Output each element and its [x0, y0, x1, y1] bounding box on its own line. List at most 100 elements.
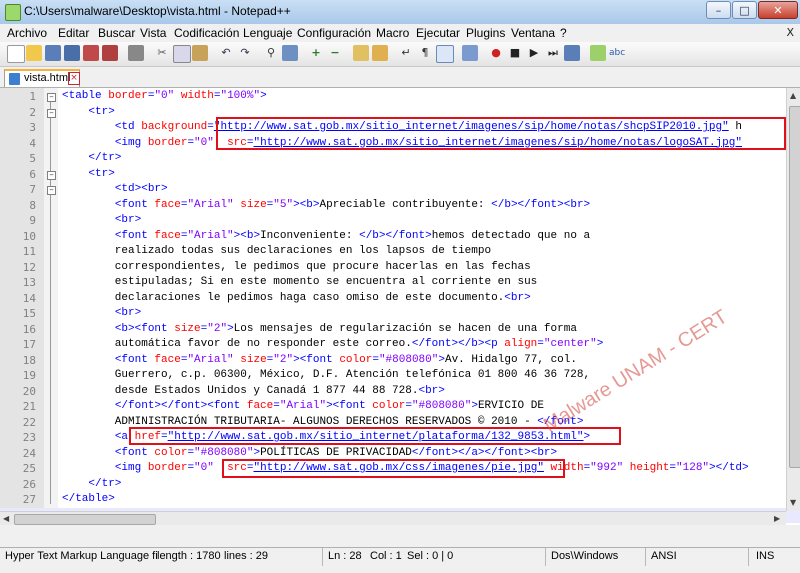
- spellcheck-icon[interactable]: [590, 45, 606, 61]
- code-line[interactable]: 8 <font face="Arial" size="5"><b>Aprecia…: [0, 198, 800, 214]
- indent-guide-icon[interactable]: [436, 45, 454, 63]
- code-line[interactable]: 5 </tr>: [0, 151, 800, 167]
- code-token: estipuladas; Si en este momento se encue…: [62, 276, 538, 288]
- fold-toggle-icon[interactable]: −: [47, 170, 56, 180]
- menu-vista[interactable]: Vista: [140, 26, 166, 40]
- code-line[interactable]: 15 <br>: [0, 306, 800, 322]
- menu-bar: Archivo Editar Buscar Vista Codificación…: [0, 24, 800, 42]
- sync-h-icon[interactable]: [372, 45, 388, 61]
- save-all-icon[interactable]: [64, 45, 80, 61]
- code-line[interactable]: 6 <tr>: [0, 167, 800, 183]
- menu-ejecutar[interactable]: Ejecutar: [416, 26, 460, 40]
- menu-ventana[interactable]: Ventana: [511, 26, 555, 40]
- menu-codificacion[interactable]: Codificación: [174, 26, 239, 40]
- new-file-icon[interactable]: [7, 45, 25, 63]
- menu-configuracion[interactable]: Configuración: [297, 26, 371, 40]
- all-chars-icon[interactable]: ¶: [417, 45, 433, 61]
- code-line[interactable]: 9 <br>: [0, 213, 800, 229]
- find-icon[interactable]: ⚲: [263, 45, 279, 61]
- title-bar[interactable]: C:\Users\malware\Desktop\vista.html - No…: [0, 0, 800, 25]
- word-wrap-icon[interactable]: ↵: [398, 45, 414, 61]
- fold-toggle-icon[interactable]: −: [47, 93, 56, 102]
- horizontal-scrollbar[interactable]: ◀ ▶: [0, 511, 786, 525]
- code-token: size: [240, 198, 267, 211]
- save-macro-icon[interactable]: [564, 45, 580, 61]
- stop-record-icon[interactable]: ■: [507, 45, 523, 61]
- code-text: realizado todas sus declaraciones en los…: [62, 244, 491, 260]
- run-macro-multi-icon[interactable]: ⏭: [545, 45, 561, 61]
- zoom-in-icon[interactable]: +: [308, 45, 324, 61]
- close-document-button[interactable]: X: [786, 26, 794, 39]
- close-all-icon[interactable]: [102, 45, 118, 61]
- status-language: Hyper Text Markup Language fi: [5, 550, 158, 562]
- menu-buscar[interactable]: Buscar: [98, 26, 135, 40]
- sync-v-icon[interactable]: [353, 45, 369, 61]
- zoom-out-icon[interactable]: −: [327, 45, 343, 61]
- tab-close-icon[interactable]: ×: [68, 72, 80, 85]
- cut-icon[interactable]: ✂: [154, 45, 170, 61]
- code-token: ><b>: [233, 229, 261, 242]
- menu-lenguaje[interactable]: Lenguaje: [243, 26, 292, 40]
- code-token: "2": [273, 353, 294, 366]
- line-number: 9: [29, 214, 36, 227]
- code-token: <td><br>: [114, 183, 168, 195]
- save-icon[interactable]: [45, 45, 61, 61]
- code-line[interactable]: 13 estipuladas; Si en este momento se en…: [0, 275, 800, 291]
- menu-archivo[interactable]: Archivo: [7, 26, 47, 40]
- status-bar: Hyper Text Markup Language fi length : 1…: [0, 547, 800, 566]
- print-icon[interactable]: [128, 45, 144, 61]
- copy-icon[interactable]: [173, 45, 191, 63]
- code-line[interactable]: 14 declaraciones le pedimos haga caso om…: [0, 291, 800, 307]
- record-macro-icon[interactable]: ●: [488, 45, 504, 61]
- vertical-scroll-thumb[interactable]: [789, 106, 800, 468]
- undo-icon[interactable]: ↶: [218, 45, 234, 61]
- code-token: "Arial": [187, 229, 234, 242]
- code-line[interactable]: 7 <td><br>: [0, 182, 800, 198]
- scroll-up-icon[interactable]: ▲: [790, 91, 796, 100]
- code-line[interactable]: 12 correspondientes, le pedimos que proc…: [0, 260, 800, 276]
- redo-icon[interactable]: ↷: [237, 45, 253, 61]
- code-editor[interactable]: 1 <table border="0" width="100%"> 2 <tr> 3 …: [0, 88, 800, 525]
- vertical-scrollbar[interactable]: ▲ ▼: [786, 88, 800, 511]
- code-token: color: [154, 446, 188, 459]
- minimize-button[interactable]: –: [706, 1, 731, 19]
- paste-icon[interactable]: [192, 45, 208, 61]
- fold-toggle-icon[interactable]: −: [47, 186, 56, 195]
- abc-icon[interactable]: abc: [609, 45, 625, 61]
- code-line[interactable]: 21 </font></font><font face="Arial"><fon…: [0, 399, 800, 415]
- scroll-right-icon[interactable]: ▶: [774, 514, 780, 523]
- close-window-button[interactable]: ✕: [758, 1, 798, 19]
- play-macro-icon[interactable]: ▶: [526, 45, 542, 61]
- code-line[interactable]: 20 desde Estados Unidos y Canadá 1 877 4…: [0, 384, 800, 400]
- notepadpp-app-icon[interactable]: [5, 4, 21, 21]
- user-lang-icon[interactable]: [462, 45, 478, 61]
- close-icon[interactable]: [83, 45, 99, 61]
- code-text: <font face="Arial" size="5"><b>Apreciabl…: [62, 198, 590, 214]
- maximize-button[interactable]: □: [732, 1, 757, 19]
- open-file-icon[interactable]: [26, 45, 42, 61]
- window-title: C:\Users\malware\Desktop\vista.html - No…: [24, 4, 291, 18]
- code-line[interactable]: 1 <table border="0" width="100%">: [0, 89, 800, 105]
- code-token: =: [405, 400, 412, 412]
- notepadpp-window: C:\Users\malware\Desktop\vista.html - No…: [0, 0, 800, 573]
- code-token: <img: [114, 462, 148, 474]
- menu-plugins[interactable]: Plugins: [466, 26, 505, 40]
- code-line[interactable]: 26 </tr>: [0, 477, 800, 493]
- menu-macro[interactable]: Macro: [376, 26, 409, 40]
- scroll-down-icon[interactable]: ▼: [790, 498, 796, 507]
- menu-editar[interactable]: Editar: [58, 26, 89, 40]
- code-line[interactable]: 19 Guerrero, c.p. 06300, México, D.F. At…: [0, 368, 800, 384]
- tab-vista-html[interactable]: vista.html ×: [4, 69, 80, 87]
- menu-help[interactable]: ?: [560, 26, 567, 40]
- code-line[interactable]: 27 </table>: [0, 492, 800, 508]
- code-line[interactable]: 10 <font face="Arial"><b>Inconveniente: …: [0, 229, 800, 245]
- scroll-left-icon[interactable]: ◀: [3, 514, 9, 523]
- line-number: 21: [22, 400, 36, 413]
- code-text: estipuladas; Si en este momento se encue…: [62, 275, 537, 291]
- replace-icon[interactable]: [282, 45, 298, 61]
- horizontal-scroll-thumb[interactable]: [14, 514, 156, 525]
- code-line[interactable]: 11 realizado todas sus declaraciones en …: [0, 244, 800, 260]
- fold-toggle-icon[interactable]: −: [47, 108, 56, 118]
- code-text: correspondientes, le pedimos que procure…: [62, 260, 531, 276]
- line-number: 16: [22, 322, 36, 336]
